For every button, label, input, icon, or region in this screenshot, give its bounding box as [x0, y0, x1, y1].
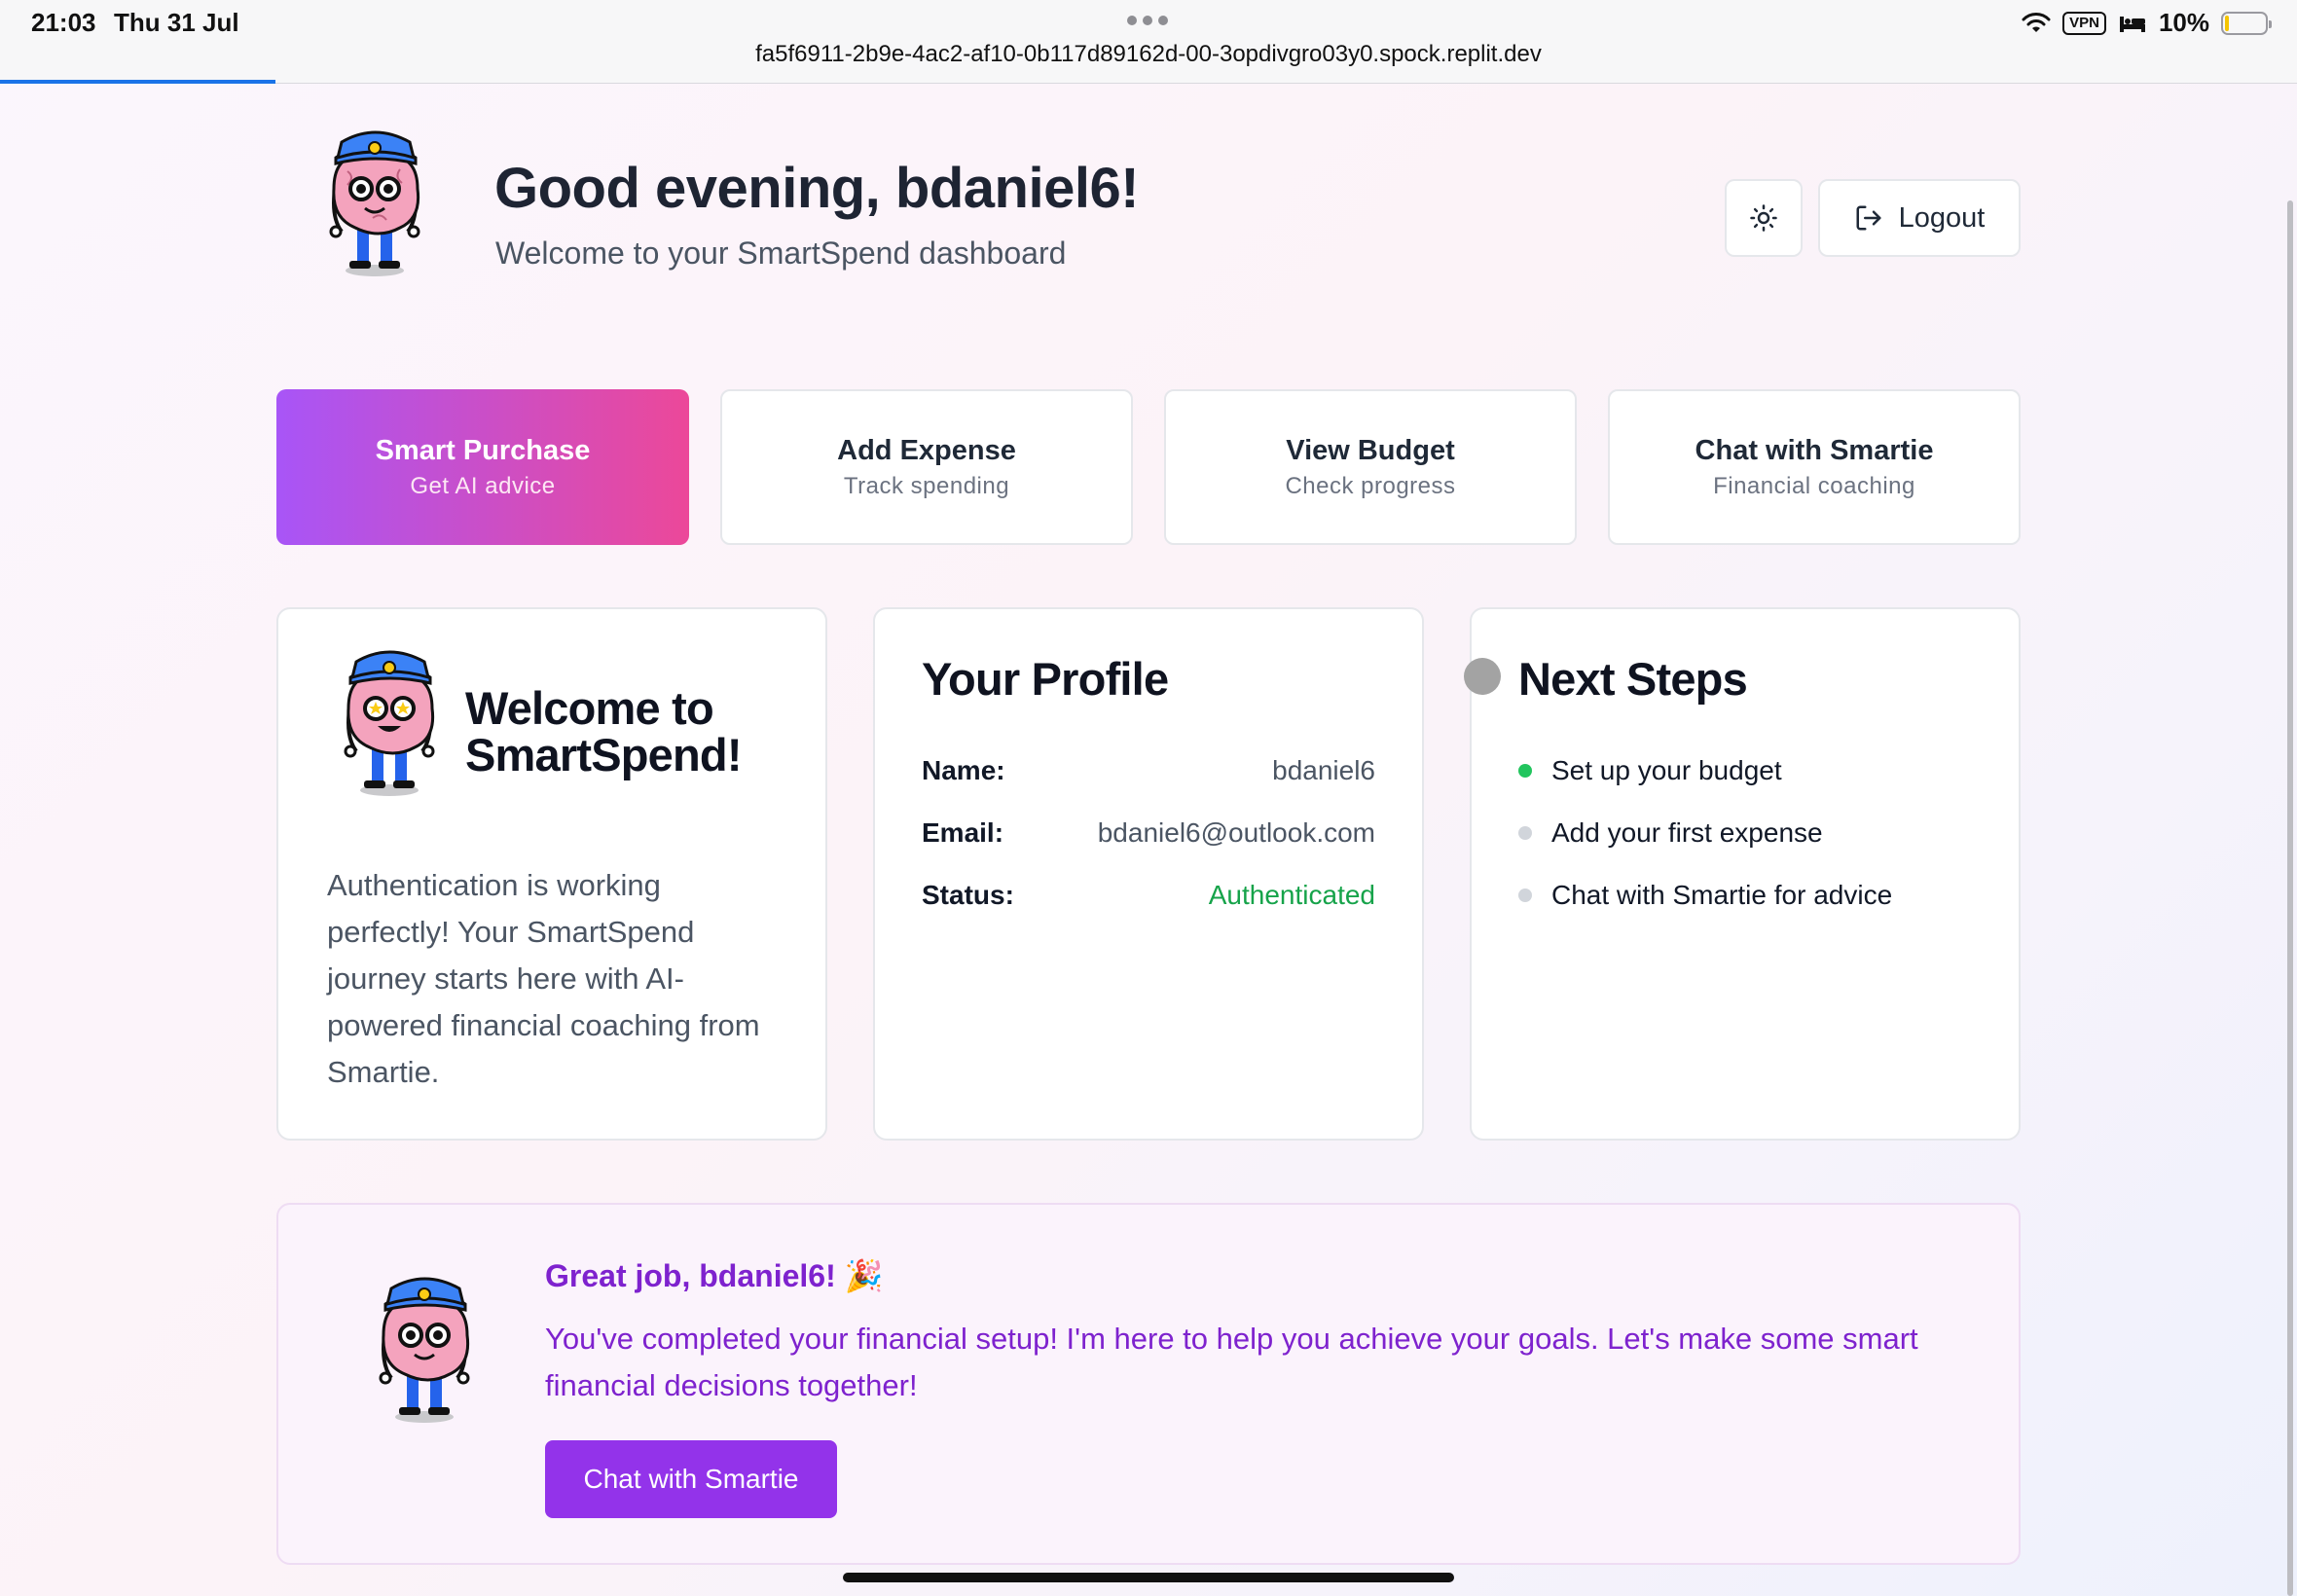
logout-label: Logout [1898, 201, 1986, 234]
next-steps-card: Next Steps Set up your budget Add your f… [1464, 607, 2021, 1141]
chat-with-smartie-button[interactable]: Chat with Smartie Financial coaching [1608, 389, 2021, 545]
profile-row-name: Name: bdaniel6 [922, 755, 1375, 786]
step-label: Add your first expense [1551, 817, 1823, 848]
browser-more-icon[interactable] [1127, 16, 1168, 25]
action-title: Chat with Smartie [1695, 434, 1934, 466]
browser-status-bar: 21:03 Thu 31 Jul fa5f6911-2b9e-4ac2-af10… [0, 0, 2297, 84]
welcome-body: Authentication is working perfectly! You… [327, 868, 760, 1089]
address-bar[interactable]: fa5f6911-2b9e-4ac2-af10-0b117d89162d-00-… [0, 41, 2297, 68]
battery-icon [2221, 11, 2272, 35]
smart-purchase-button[interactable]: Smart Purchase Get AI advice [276, 389, 689, 545]
step-label: Chat with Smartie for advice [1551, 880, 1893, 910]
banner-message: You've completed your financial setup! I… [545, 1322, 1918, 1402]
profile-label: Status: [922, 880, 1014, 910]
profile-row-status: Status: Authenticated [922, 880, 1375, 911]
next-steps-title: Next Steps [1518, 653, 1748, 705]
step-complete-icon [1518, 764, 1532, 778]
profile-label: Name: [922, 755, 1005, 785]
profile-row-email: Email: bdaniel6@outlook.com [922, 817, 1375, 849]
welcome-card: Welcome to SmartSpend! Authentication is… [276, 607, 827, 1141]
theme-toggle-button[interactable] [1725, 179, 1803, 257]
profile-value: bdaniel6 [1272, 755, 1375, 785]
home-indicator [843, 1573, 1454, 1582]
status-indicators: VPN 10% [2022, 8, 2272, 38]
view-budget-button[interactable]: View Budget Check progress [1164, 389, 1577, 545]
logout-button[interactable]: Logout [1818, 179, 2021, 257]
banner-title: Great job, bdaniel6! 🎉 [545, 1258, 884, 1293]
sun-icon [1750, 204, 1777, 232]
profile-label: Email: [922, 817, 1004, 848]
touch-indicator [1464, 658, 1501, 695]
bed-icon [2119, 16, 2145, 32]
page-scrollbar[interactable] [2287, 200, 2293, 1596]
vpn-badge: VPN [2062, 11, 2106, 35]
page-subtitle: Welcome to your SmartSpend dashboard [495, 236, 1067, 271]
step-pending-icon [1518, 889, 1532, 902]
profile-value: bdaniel6@outlook.com [1097, 817, 1375, 848]
welcome-title: Welcome to SmartSpend! [465, 682, 743, 780]
action-subtitle: Financial coaching [1713, 472, 1915, 499]
smartie-mascot-image [379, 1277, 470, 1423]
step-pending-icon [1518, 826, 1532, 840]
action-title: Add Expense [837, 434, 1016, 466]
next-step-item: Set up your budget [1518, 755, 1782, 786]
battery-percent: 10% [2158, 8, 2209, 37]
banner-chat-button[interactable]: Chat with Smartie [545, 1440, 837, 1518]
smartie-mascot-logo [329, 130, 420, 276]
profile-card: Your Profile Name: bdaniel6 Email: bdani… [873, 607, 1424, 1141]
action-subtitle: Get AI advice [410, 472, 556, 499]
logout-icon [1856, 205, 1881, 231]
page-title: Good evening, bdaniel6! [494, 157, 1140, 220]
action-subtitle: Check progress [1285, 472, 1456, 499]
step-label: Set up your budget [1551, 755, 1782, 785]
add-expense-button[interactable]: Add Expense Track spending [720, 389, 1133, 545]
status-badge: Authenticated [1208, 880, 1375, 910]
smartie-mascot-image [344, 650, 435, 796]
wifi-icon [2022, 12, 2051, 32]
action-subtitle: Track spending [843, 472, 1010, 499]
status-time: 21:03 [31, 8, 96, 37]
action-title: View Budget [1286, 434, 1455, 466]
next-step-item: Chat with Smartie for advice [1518, 880, 1892, 911]
action-title: Smart Purchase [375, 434, 591, 466]
next-step-item: Add your first expense [1518, 817, 1823, 849]
profile-title: Your Profile [922, 653, 1169, 705]
congrats-banner: Great job, bdaniel6! 🎉 You've completed … [276, 1203, 2021, 1565]
status-date: Thu 31 Jul [114, 8, 239, 37]
page-load-progress [0, 80, 275, 84]
